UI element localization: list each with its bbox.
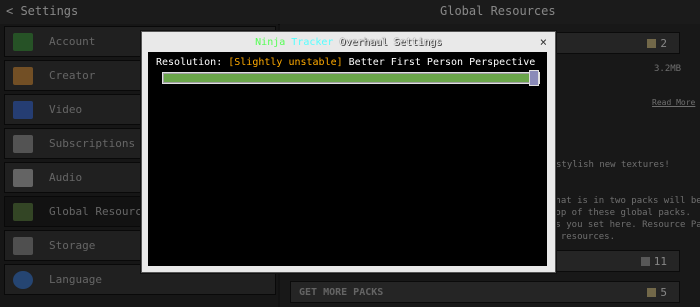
- setting-label: Resolution: [Slightly unstable] Better F…: [156, 57, 536, 68]
- slider-handle[interactable]: [529, 70, 539, 86]
- title-part: Tracker: [291, 37, 334, 48]
- slider-fill: [164, 74, 532, 82]
- resolution-slider[interactable]: [162, 70, 540, 86]
- dialog-title-bar: Ninja Tracker Overhaul Settings ×: [142, 32, 555, 52]
- dialog-title: Ninja Tracker Overhaul Settings: [142, 37, 555, 48]
- title-part: Ninja: [255, 37, 286, 48]
- dialog-body: Resolution: [Slightly unstable] Better F…: [148, 52, 547, 266]
- close-icon[interactable]: ×: [540, 35, 547, 49]
- settings-dialog: Ninja Tracker Overhaul Settings × Resolu…: [141, 31, 556, 273]
- title-part: Overhaul Settings: [339, 37, 442, 48]
